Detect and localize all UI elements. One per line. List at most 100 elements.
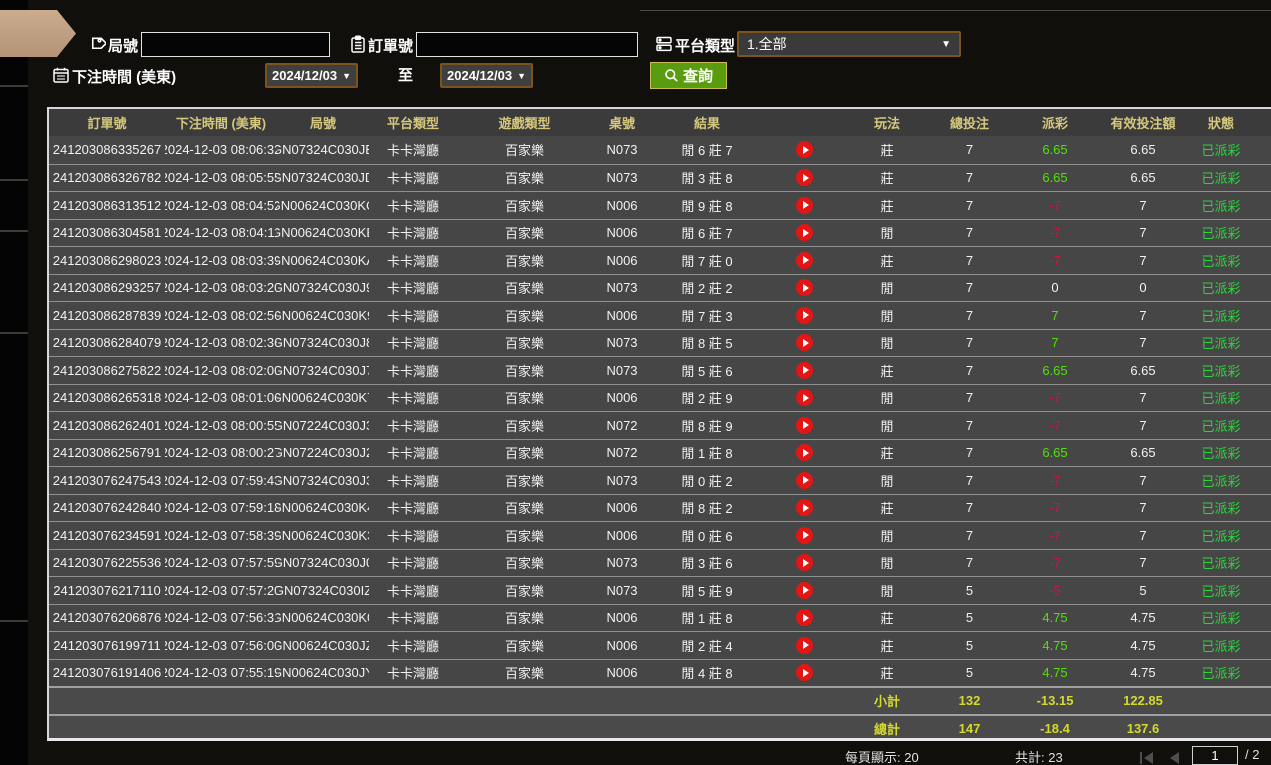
cell-replay [762,302,847,329]
left-edge-strip [0,0,28,765]
replay-icon[interactable] [796,499,813,517]
cell-game: 百家樂 [504,336,544,352]
cell-payout: 6.65 [1042,362,1068,378]
total-label: 總計 [873,721,900,737]
cell-time: 2024-12-03 08:02:00 [165,362,277,378]
cell-payout: -7 [1049,472,1061,488]
cell-platform: 卡卡灣廳 [386,666,439,682]
replay-icon[interactable] [796,224,813,242]
strip-divider [0,332,28,334]
replay-icon[interactable] [796,416,813,434]
cell-result: 閒 4 莊 8 [681,666,733,682]
cell-game: 百家樂 [504,418,544,434]
col-header-extra [1254,109,1271,136]
cell-platform: 卡卡灣廳 [386,611,439,627]
table-row: 2412030762068762024-12-03 07:56:31GN0062… [49,603,1271,632]
cell-extra [1254,632,1271,659]
table-body: 241203086335267 2024-12-03 08:06:32 GN0732… [49,136,1271,686]
cell-round: GN07324C030J0 [277,555,369,571]
replay-icon[interactable] [796,554,813,572]
replay-icon[interactable] [796,526,813,544]
cell-table_no: N006 [606,610,638,626]
cell-replay [762,275,847,302]
cell-order: 241203086304581 [52,225,162,241]
replay-icon[interactable] [796,169,813,187]
previous-page-icon[interactable] [1170,752,1179,764]
cell-extra [1254,302,1271,329]
replay-icon[interactable] [796,141,813,159]
bet-time-label: 下注時間 (美東) [72,69,177,86]
replay-icon[interactable] [796,444,813,462]
cell-extra [1254,385,1271,412]
cell-order: 241203086284079 [52,335,162,351]
cell-result: 閒 6 莊 7 [681,226,733,242]
cell-status: 已派彩 [1201,611,1241,627]
cell-replay [762,220,847,247]
replay-icon[interactable] [796,361,813,379]
cell-platform: 卡卡灣廳 [386,363,439,379]
cell-extra [1254,357,1271,384]
replay-icon[interactable] [796,196,813,214]
cell-table_no: N006 [606,307,638,323]
order-number-label: 訂單號 [368,38,414,55]
cell-order: 241203086298023 [52,252,162,268]
first-page-icon[interactable] [1140,752,1142,764]
cell-order: 241203076247543 [52,472,162,488]
col-header-game: 遊戲類型 [498,116,551,131]
cell-platform: 卡卡灣廳 [386,198,439,214]
cell-bet: 7 [965,445,974,461]
cell-bet: 7 [965,390,974,406]
table-row: 241203086284079 2024-12-03 08:02:36 GN0732… [49,328,1271,356]
replay-icon[interactable] [796,334,813,352]
cell-round: GN07324C030IZ [277,582,369,598]
cell-play: 莊 [880,363,894,379]
cell-time: 2024-12-03 07:58:39 [165,527,277,543]
order-number-input[interactable] [416,32,638,57]
table-row: 241203086335267 2024-12-03 08:06:32 GN0732… [49,136,1271,164]
cell-status: 已派彩 [1201,336,1241,352]
cell-result: 閒 0 莊 2 [681,473,733,489]
cell-status: 已派彩 [1201,198,1241,214]
replay-icon[interactable] [796,609,813,627]
date-to-select[interactable]: 2024/12/03 ▼ [440,63,533,88]
cell-result: 閒 9 莊 8 [681,198,733,214]
replay-icon[interactable] [796,471,813,489]
replay-icon[interactable] [796,581,813,599]
cell-extra [1254,495,1271,522]
cell-round: GN07324C030JE [277,142,369,158]
cell-order: 241203076206876 [52,610,162,626]
cell-round: GN00624C030K7 [277,390,369,406]
cell-time: 2024-12-03 08:03:20 [165,280,277,296]
page-number-input[interactable]: 1 [1192,746,1238,765]
replay-icon[interactable] [796,251,813,269]
cell-bet: 7 [965,362,974,378]
cell-replay [762,165,847,192]
cell-replay [762,385,847,412]
cell-extra [1254,522,1271,549]
cell-result: 閒 1 莊 8 [681,446,733,462]
replay-icon[interactable] [796,636,813,654]
replay-icon[interactable] [796,306,813,324]
col-header-round: 局號 [309,116,336,131]
replay-icon[interactable] [796,664,813,682]
cell-time: 2024-12-03 08:00:55 [165,417,277,433]
cell-replay [762,632,847,659]
cell-bet: 7 [965,225,974,241]
cell-time: 2024-12-03 08:04:52 [165,197,277,213]
platform-type-select[interactable]: 1.全部 ▼ [737,31,961,57]
cell-time: 2024-12-03 08:02:36 [165,335,277,351]
cell-table_no: N073 [606,472,638,488]
cell-play: 莊 [880,253,894,269]
replay-icon[interactable] [796,279,813,297]
cell-round: GN07324C030J8 [277,335,369,351]
table-row: 2412030862980232024-12-03 08:03:39GN0062… [49,246,1271,274]
date-from-select[interactable]: 2024/12/03 ▼ [265,63,358,88]
round-number-input[interactable] [141,32,330,57]
cell-result: 閒 2 莊 4 [681,638,733,654]
search-icon [665,69,678,82]
first-page-icon[interactable] [1144,752,1153,764]
page-total-suffix: / 2 [1245,747,1260,762]
replay-icon[interactable] [796,389,813,407]
cell-replay [762,605,847,632]
search-button[interactable]: 查詢 [650,62,727,89]
